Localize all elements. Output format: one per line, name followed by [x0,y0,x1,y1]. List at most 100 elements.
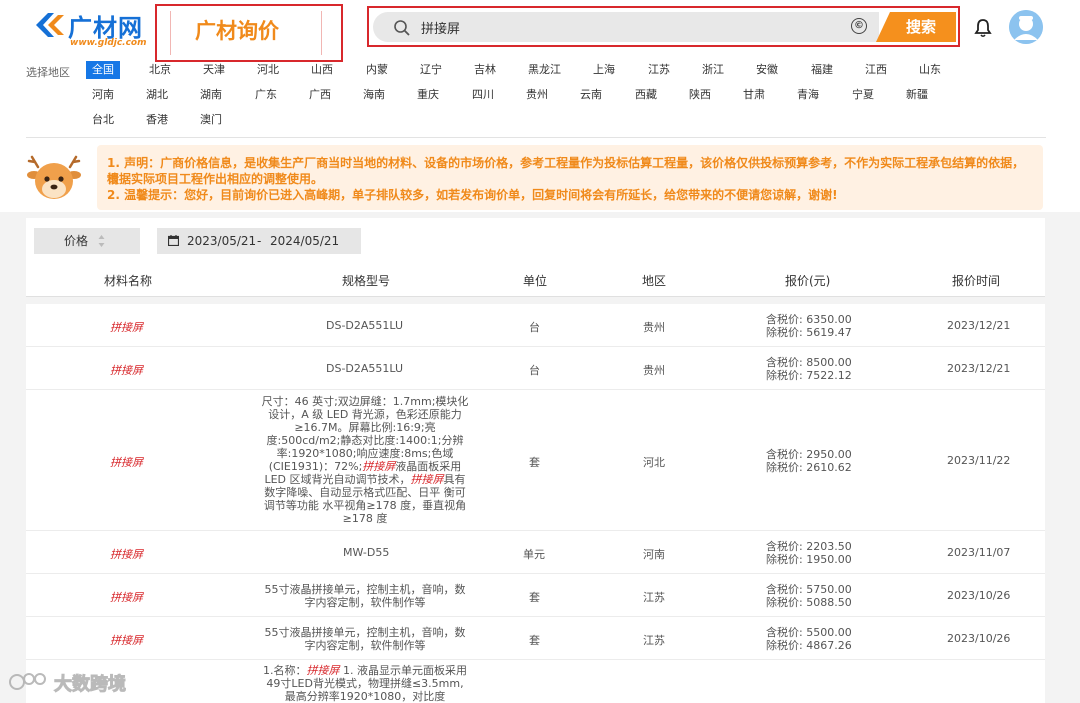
region-item[interactable]: 内蒙 [366,61,388,79]
search-input[interactable] [373,12,879,42]
spec-line: 1.名称： [263,664,307,677]
table-row[interactable]: 拼接屏 DS-D2A551LU 台 贵州 含税价: 6350.00 除税价: 5… [26,304,1045,347]
spec-line: 数字降噪、自动显示格式匹配、日平 衡可 [264,486,466,499]
col-material-name: 材料名称 [104,274,153,288]
watermark: 大数跨境 [8,670,148,696]
copyright-clear-icon[interactable]: © [851,18,867,34]
spec-line: 液晶面板采用 [395,460,462,473]
spec-line: 字内容定制，软件制作等 [304,639,426,652]
table-row[interactable]: 拼接屏 MW-D55 单元 河南 含税价: 2203.50 除税价: 1950.… [26,531,1045,574]
region-item[interactable]: 四川 [472,86,494,104]
unit-cell: 台 [529,364,540,377]
date-cell: 2023/10/26 [947,632,1011,645]
tax-incl-value: 2203.50 [806,540,852,553]
spec-line: 尺寸：46 英寸;双边屏缝：1.7mm;模块化 [261,395,469,408]
search-button[interactable]: 搜索 [876,12,956,42]
region-item[interactable]: 辽宁 [420,61,442,79]
spec-highlight: 拼接屏 [362,460,396,473]
region-item[interactable]: 北京 [149,61,171,79]
spec-line: 55寸液晶拼接单元，控制主机，音响，数 [264,626,466,639]
region-item[interactable]: 安徽 [756,61,778,79]
spec-line: 49寸LED背光模式，物理拼缝≤3.5mm, [266,677,464,690]
region-item[interactable]: 河北 [257,61,279,79]
region-item[interactable]: 香港 [146,111,168,129]
bell-icon[interactable] [974,18,992,38]
region-item[interactable]: 云南 [580,86,602,104]
material-name-link[interactable]: 拼接屏 [110,319,143,335]
region-item[interactable]: 西藏 [635,86,657,104]
spec-line: LED 区域背光自动调节技术， [264,473,411,486]
material-name-link[interactable]: 拼接屏 [110,632,143,648]
material-name-link[interactable]: 拼接屏 [110,454,143,470]
site-logo[interactable]: 广材网 www.gldjc.com [34,8,154,52]
region-item[interactable]: 广东 [255,86,277,104]
spec-line: 调节等功能 水平视角≥178 度，垂直视角 [263,499,467,512]
table-row[interactable]: 拼接屏 DS-D2A551LU 台 贵州 含税价: 8500.00 除税价: 7… [26,347,1045,390]
region-item[interactable]: 江西 [865,61,887,79]
date-end: 2024/05/21 [270,234,340,248]
spec-line: (CIE1931)：72%; [268,460,363,473]
material-name-link[interactable]: 拼接屏 [110,546,143,562]
tax-incl-label: 含税价: [766,540,803,553]
tax-incl-value: 8500.00 [806,356,852,369]
date-range-picker[interactable]: 2023/05/21 - 2024/05/21 [157,228,361,254]
region-item[interactable]: 天津 [203,61,225,79]
table-row[interactable]: 1.名称：拼接屏 1. 液晶显示单元面板采用 49寸LED背光模式，物理拼缝≤3… [26,660,1045,703]
region-item[interactable]: 陕西 [689,86,711,104]
price-sort-button[interactable]: 价格 [34,228,140,254]
tax-incl-value: 6350.00 [806,313,852,326]
region-item[interactable]: 澳门 [200,111,222,129]
table-row[interactable]: 拼接屏 55寸液晶拼接单元，控制主机，音响，数 字内容定制，软件制作等 套 江苏… [26,574,1045,617]
region-item[interactable]: 山东 [919,61,941,79]
tax-excl-label: 除税价: [766,461,803,474]
user-avatar[interactable] [1009,10,1043,44]
spec-line: 1. 液晶显示单元面板采用 [339,664,467,677]
region-item[interactable]: 台北 [92,111,114,129]
region-item[interactable]: 福建 [811,61,833,79]
region-item[interactable]: 山西 [311,61,333,79]
date-cell: 2023/11/22 [947,454,1011,467]
col-quote-time: 报价时间 [952,274,1001,288]
spec-highlight: 拼接屏 [306,664,340,677]
region-item[interactable]: 重庆 [417,86,439,104]
watermark-logo-icon [9,673,46,690]
region-item[interactable]: 浙江 [702,61,724,79]
region-item[interactable]: 宁夏 [852,86,874,104]
table-row[interactable]: 拼接屏 尺寸：46 英寸;双边屏缝：1.7mm;模块化 设计，A 级 LED 背… [26,390,1045,531]
spec-line: 55寸液晶拼接单元，控制主机，音响，数 [264,583,466,596]
region-item[interactable]: 广西 [309,86,331,104]
price-cell: 含税价: 8500.00 除税价: 7522.12 [766,356,852,382]
spec-cell: 55寸液晶拼接单元，控制主机，音响，数 字内容定制，软件制作等 [263,583,467,609]
spec-line: ≥178 度 [342,512,388,525]
material-name-link[interactable]: 拼接屏 [110,362,143,378]
region-item[interactable]: 贵州 [526,86,548,104]
quote-table-body: 拼接屏 DS-D2A551LU 台 贵州 含税价: 6350.00 除税价: 5… [26,304,1045,703]
region-item[interactable]: 海南 [363,86,385,104]
region-item[interactable]: 上海 [593,61,615,79]
region-item[interactable]: 江苏 [648,61,670,79]
region-item[interactable]: 青海 [797,86,819,104]
region-item[interactable]: 甘肃 [743,86,765,104]
sort-arrows-icon [98,235,105,247]
page-title: 广材询价 [195,19,279,43]
price-cell: 含税价: 2950.00 除税价: 2610.62 [766,448,852,474]
date-cell: 2023/12/21 [947,319,1011,332]
search-bar: © 搜索 [367,6,960,47]
region-item[interactable]: 黑龙江 [528,61,561,79]
material-name-link[interactable]: 拼接屏 [110,589,143,605]
tax-incl-value: 5500.00 [806,626,852,639]
region-item[interactable]: 河南 [92,86,114,104]
calendar-icon [168,235,179,246]
top-header: 广材网 www.gldjc.com 广材询价 © 搜索 [0,0,1080,62]
region-item-national[interactable]: 全国 [86,61,120,79]
region-item[interactable]: 吉林 [474,61,496,79]
table-row[interactable]: 拼接屏 55寸液晶拼接单元，控制主机，音响，数 字内容定制，软件制作等 套 江苏… [26,617,1045,660]
region-item[interactable]: 湖南 [200,86,222,104]
tax-excl-label: 除税价: [766,553,803,566]
spec-line: 字内容定制，软件制作等 [304,596,426,609]
region-cell: 江苏 [643,634,665,647]
tax-excl-label: 除税价: [766,639,803,652]
region-item[interactable]: 湖北 [146,86,168,104]
price-cell: 含税价: 6350.00 除税价: 5619.47 [766,313,852,339]
region-item[interactable]: 新疆 [906,86,928,104]
